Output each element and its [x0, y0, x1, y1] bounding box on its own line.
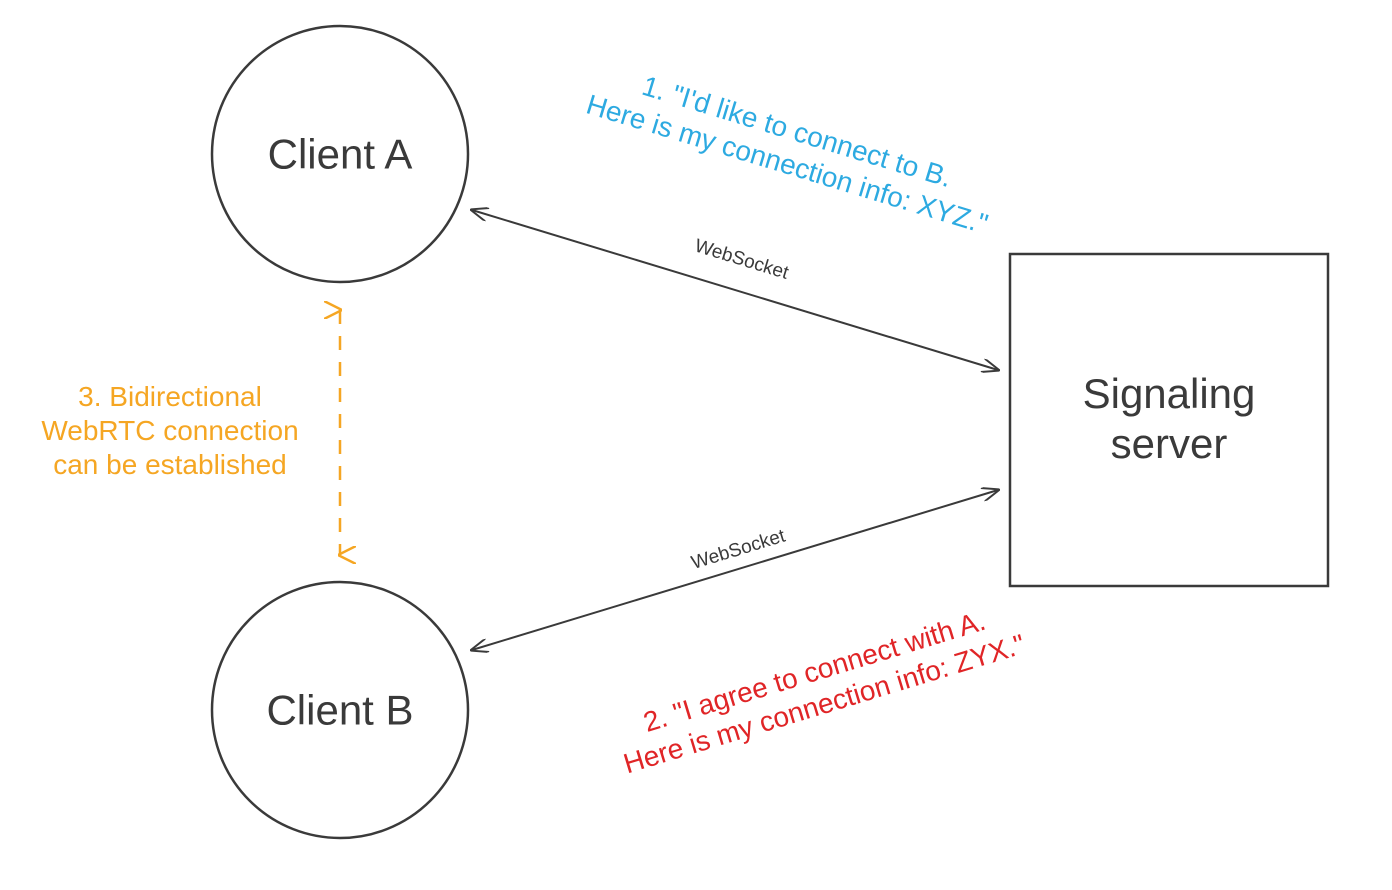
client-a-label: Client A: [268, 131, 413, 178]
step3-line2: WebRTC connection: [41, 415, 298, 446]
websocket-a-label: WebSocket: [692, 236, 791, 284]
client-a-server-arrow: [472, 210, 998, 370]
step-3-annotation: 3. Bidirectional WebRTC connection can b…: [41, 381, 298, 480]
server-label-1: Signaling: [1083, 370, 1256, 417]
websocket-b-label: WebSocket: [689, 525, 788, 573]
client-b-label: Client B: [266, 687, 413, 734]
step-1-annotation: 1. "I'd like to connect to B. Here is my…: [583, 56, 1002, 240]
server-label-2: server: [1111, 420, 1228, 467]
step-2-annotation: 2. "I agree to connect with A. Here is m…: [610, 596, 1029, 780]
step3-line3: can be established: [53, 449, 287, 480]
diagram: Client A Client B Signaling server WebSo…: [0, 0, 1392, 890]
step3-line1: 3. Bidirectional: [78, 381, 262, 412]
